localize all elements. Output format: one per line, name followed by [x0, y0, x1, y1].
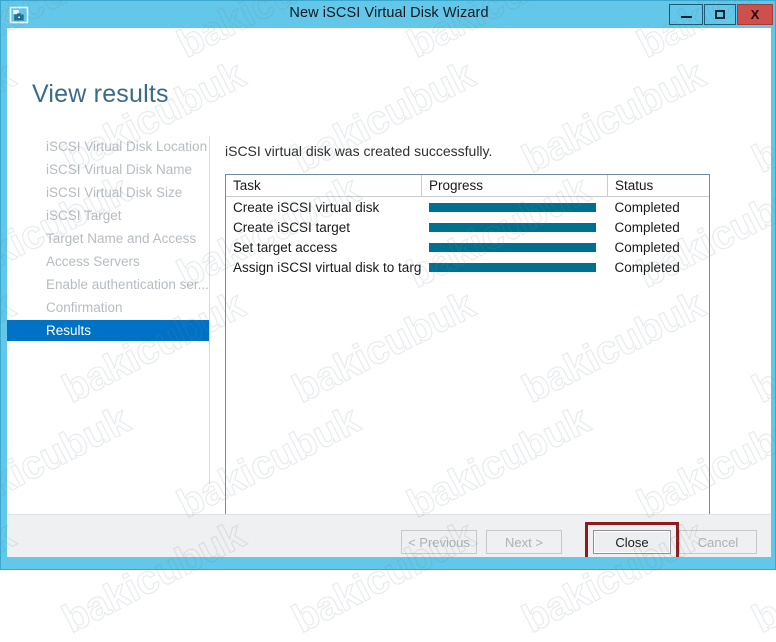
sidebar-item-iscsi-virtual-disk-size[interactable]: iSCSI Virtual Disk Size [7, 182, 209, 202]
cell-status: Completed [614, 259, 680, 275]
close-window-button[interactable]: X [737, 4, 773, 25]
close-button[interactable]: Close [593, 530, 671, 554]
maximize-icon [715, 10, 725, 19]
sidebar-item-iscsi-target[interactable]: iSCSI Target [7, 205, 209, 225]
cell-task: Set target access [233, 239, 338, 255]
minimize-icon [680, 16, 692, 18]
sidebar-item-results[interactable]: Results [7, 320, 209, 341]
sidebar-item-confirmation[interactable]: Confirmation [7, 297, 209, 317]
sidebar-item-label: Target Name and Access [46, 230, 197, 246]
cell-task: Assign iSCSI virtual disk to target [233, 259, 422, 275]
cancel-button[interactable]: Cancel [679, 530, 757, 554]
column-header-progress[interactable]: Progress [421, 175, 608, 197]
wizard-footer: < Previous Next > Close Cancel [7, 514, 771, 557]
cell-progress [422, 257, 608, 277]
progress-bar [428, 242, 596, 252]
table-row[interactable]: Set target access Completed [226, 237, 709, 257]
sidebar-item-iscsi-virtual-disk-name[interactable]: iSCSI Virtual Disk Name [7, 159, 209, 179]
sidebar-divider [209, 136, 210, 484]
column-header-status[interactable]: Status [607, 175, 709, 197]
table-row[interactable]: Create iSCSI target Completed [226, 217, 709, 237]
cell-progress [422, 197, 608, 218]
cell-status: Completed [614, 239, 680, 255]
cell-progress [422, 237, 608, 257]
sidebar-item-label: Confirmation [46, 299, 123, 315]
success-message: iSCSI virtual disk was created successfu… [225, 143, 493, 159]
sidebar-item-access-servers[interactable]: Access Servers [7, 251, 209, 271]
progress-fill [428, 262, 596, 272]
previous-button[interactable]: < Previous [401, 530, 477, 554]
progress-bar [428, 222, 596, 232]
sidebar-item-label: iSCSI Virtual Disk Size [46, 184, 183, 200]
progress-bar [428, 202, 596, 212]
results-table: Task Progress Status Create iSCSI virtua… [225, 174, 710, 557]
cell-task: Create iSCSI target [233, 219, 351, 235]
progress-fill [428, 242, 596, 252]
cell-task: Create iSCSI virtual disk [233, 199, 380, 215]
sidebar-item-target-name-and-access[interactable]: Target Name and Access [7, 228, 209, 248]
wizard-step-list: iSCSI Virtual Disk Location iSCSI Virtua… [7, 136, 209, 516]
wizard-window: New iSCSI Virtual Disk Wizard X View res… [0, 0, 776, 570]
cell-status: Completed [614, 219, 680, 235]
next-button[interactable]: Next > [486, 530, 562, 554]
progress-bar [428, 262, 596, 272]
page-title: View results [32, 80, 169, 108]
table-header-row: Task Progress Status [226, 175, 709, 197]
sidebar-item-iscsi-virtual-disk-location[interactable]: iSCSI Virtual Disk Location [7, 136, 209, 156]
column-header-task[interactable]: Task [226, 175, 422, 197]
maximize-button[interactable] [704, 4, 736, 25]
sidebar-item-label: iSCSI Virtual Disk Name [46, 161, 193, 177]
cell-status: Completed [614, 199, 680, 215]
table-row[interactable]: Create iSCSI virtual disk Completed [226, 197, 709, 218]
window-title: New iSCSI Virtual Disk Wizard [289, 5, 489, 21]
progress-fill [428, 222, 596, 232]
sidebar-item-label: Results [46, 323, 92, 338]
sidebar-item-label: iSCSI Virtual Disk Location [46, 138, 208, 154]
cell-progress [422, 217, 608, 237]
progress-fill [428, 202, 596, 212]
minimize-button[interactable] [669, 4, 703, 25]
sidebar-item-label: iSCSI Target [46, 207, 122, 223]
title-bar[interactable]: New iSCSI Virtual Disk Wizard X [1, 1, 775, 28]
sidebar-item-enable-authentication[interactable]: Enable authentication ser... [7, 274, 209, 294]
sidebar-item-label: Access Servers [46, 253, 140, 269]
table-row[interactable]: Assign iSCSI virtual disk to target Comp… [226, 257, 709, 277]
wizard-client-area: View results iSCSI Virtual Disk Location… [7, 28, 771, 557]
sidebar-item-label: Enable authentication ser... [46, 276, 209, 292]
